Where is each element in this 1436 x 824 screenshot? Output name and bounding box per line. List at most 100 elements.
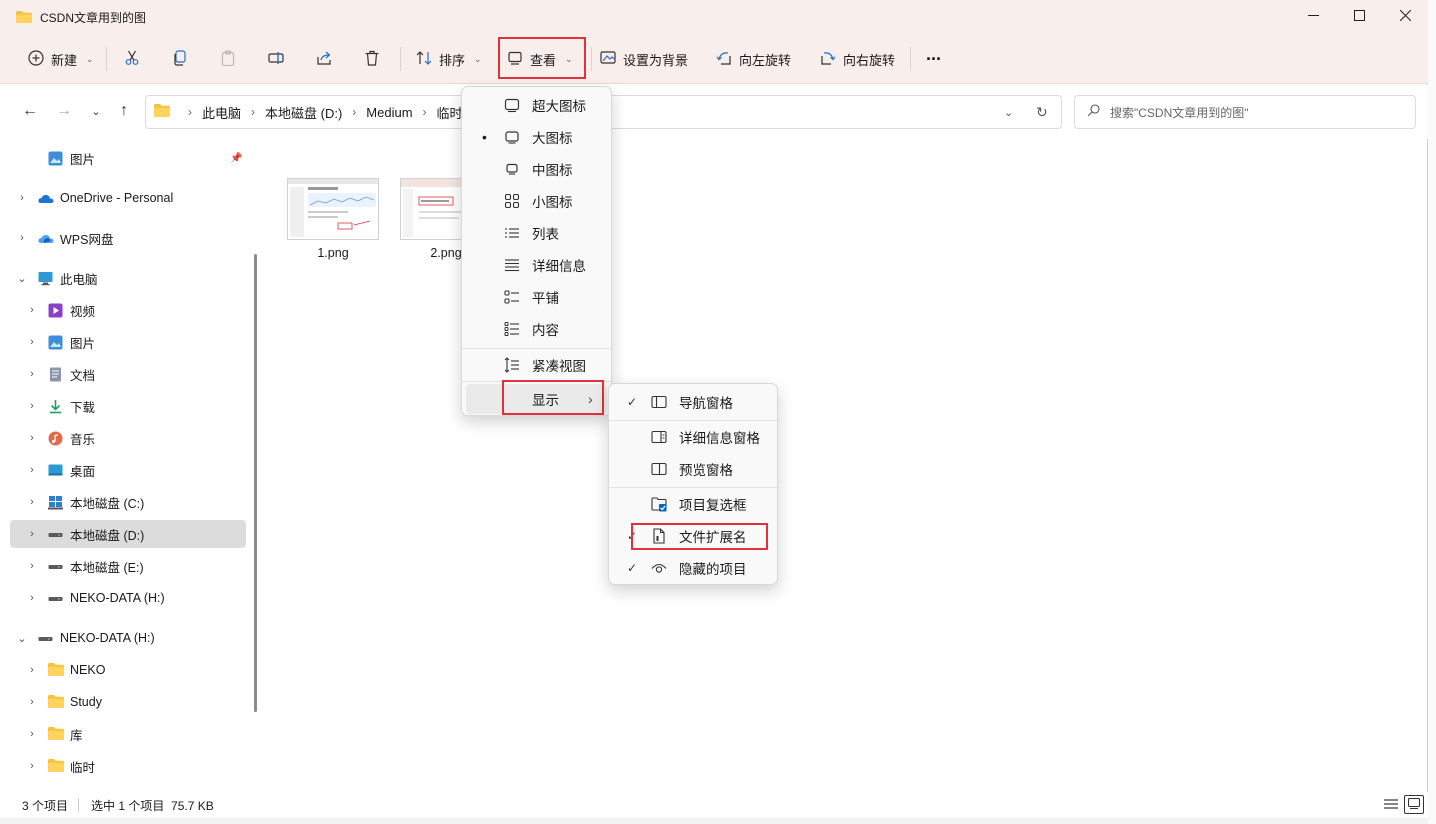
title-bar[interactable]: CSDN文章用到的图	[0, 0, 1428, 34]
menu-item-item-checkboxes[interactable]: 项目复选框	[613, 489, 773, 519]
menu-item-navigation-pane[interactable]: ✓ 导航窗格	[613, 387, 773, 417]
chevron-right-icon[interactable]: ›	[16, 192, 28, 204]
menu-item-large-icons[interactable]: • 大图标	[466, 122, 607, 152]
wps-cloud-icon	[38, 231, 54, 246]
file-explorer-window: CSDN文章用到的图 新建 ⌄ 排序 ⌄ 查看 ⌄ 设置为背景 向左旋转 向右旋…	[0, 0, 1428, 818]
chevron-right-icon[interactable]: ›	[26, 760, 38, 772]
chevron-right-icon[interactable]: ›	[26, 528, 38, 540]
forward-button[interactable]: →	[52, 99, 76, 123]
more-dots-icon: ···	[926, 48, 942, 69]
selection-info: 选中 1 个项目 75.7 KB	[91, 798, 214, 813]
recent-locations-button[interactable]: ⌄	[84, 99, 108, 123]
breadcrumb-item[interactable]: 本地磁盘 (D:) ›	[265, 103, 366, 122]
details-view-toggle[interactable]	[1384, 798, 1398, 813]
tiles-icon	[504, 289, 520, 305]
copy-button[interactable]	[172, 34, 188, 84]
chevron-right-icon[interactable]: ›	[26, 464, 38, 476]
sort-label: 排序	[439, 52, 466, 68]
refresh-icon[interactable]: ↻	[1036, 104, 1048, 121]
chevron-right-icon[interactable]: ›	[16, 232, 28, 244]
sidebar-scrollbar[interactable]	[254, 254, 257, 712]
navigation-pane: 图片 📌 › OneDrive - Personal › WPS网盘 ⌄ 此电脑…	[0, 140, 262, 792]
background-window-edge	[1428, 0, 1436, 824]
chevron-right-icon[interactable]: ›	[26, 664, 38, 676]
rename-button[interactable]	[268, 34, 284, 84]
new-button[interactable]: 新建 ⌄	[28, 34, 94, 84]
up-button[interactable]: ↑	[112, 99, 136, 123]
paste-button[interactable]	[220, 34, 236, 84]
sidebar-item-downloads[interactable]: › 下载	[10, 392, 246, 420]
sidebar-item-drive-d[interactable]: › 本地磁盘 (D:)	[10, 520, 246, 548]
music-icon	[48, 431, 63, 446]
sort-button[interactable]: 排序 ⌄	[416, 34, 482, 84]
search-input[interactable]: 搜索"CSDN文章用到的图"	[1074, 95, 1416, 129]
minimize-button[interactable]	[1290, 0, 1336, 32]
menu-item-details[interactable]: 详细信息	[466, 250, 607, 280]
sidebar-item-neko-data[interactable]: ⌄ NEKO-DATA (H:)	[10, 624, 246, 652]
chevron-right-icon[interactable]: ›	[26, 592, 38, 604]
minimize-icon	[1307, 8, 1319, 24]
chevron-down-icon[interactable]: ⌄	[16, 632, 28, 645]
more-options-button[interactable]: ···	[926, 34, 942, 84]
sidebar-item-pictures-pinned[interactable]: 图片 📌	[10, 144, 246, 172]
sidebar-item-study[interactable]: › Study	[10, 688, 246, 716]
view-menu: 超大图标 • 大图标 中图标 小图标 列表 详细信息 平铺 内容 紧凑视图 显示…	[461, 86, 612, 416]
rotate-right-button[interactable]: 向右旋转	[820, 34, 895, 84]
details-icon	[504, 257, 520, 273]
menu-item-details-pane[interactable]: 详细信息窗格	[613, 422, 773, 452]
sidebar-item-drive-e[interactable]: › 本地磁盘 (E:)	[10, 552, 246, 580]
drive-icon	[48, 559, 63, 574]
maximize-button[interactable]	[1336, 0, 1382, 32]
menu-item-content[interactable]: 内容	[466, 314, 607, 344]
set-as-background-button[interactable]: 设置为背景	[600, 34, 688, 84]
sidebar-item-music[interactable]: › 音乐	[10, 424, 246, 452]
menu-item-preview-pane[interactable]: 预览窗格	[613, 454, 773, 484]
breadcrumb-item[interactable]: Medium ›	[366, 105, 436, 120]
chevron-right-icon[interactable]: ›	[26, 304, 38, 316]
sidebar-item-this-pc[interactable]: ⌄ 此电脑	[10, 264, 246, 292]
sidebar-item-drive-c[interactable]: › 本地磁盘 (C:)	[10, 488, 246, 516]
rotate-left-label: 向左旋转	[739, 52, 792, 68]
file-item[interactable]: 1.png	[283, 178, 383, 260]
rotate-left-button[interactable]: 向左旋转	[716, 34, 791, 84]
view-button-highlight	[498, 37, 586, 79]
sidebar-item-documents[interactable]: › 文档	[10, 360, 246, 388]
chevron-right-icon[interactable]: ›	[26, 432, 38, 444]
address-dropdown-icon[interactable]: ⌄	[1004, 106, 1013, 119]
close-button[interactable]	[1382, 0, 1428, 32]
chevron-right-icon[interactable]: ›	[26, 496, 38, 508]
sidebar-item-onedrive[interactable]: › OneDrive - Personal	[10, 184, 246, 212]
chevron-right-icon[interactable]: ›	[26, 560, 38, 572]
sidebar-item-temp[interactable]: › 临时	[10, 752, 246, 780]
chevron-down-icon[interactable]: ⌄	[16, 272, 28, 285]
delete-button[interactable]	[364, 34, 380, 84]
menu-item-list[interactable]: 列表	[466, 218, 607, 248]
large-icons-view-toggle[interactable]	[1404, 795, 1424, 814]
new-label: 新建	[51, 52, 78, 68]
breadcrumb-item[interactable]: 此电脑 ›	[202, 103, 265, 122]
sidebar-item-pictures[interactable]: › 图片	[10, 328, 246, 356]
chevron-right-icon[interactable]: ›	[26, 696, 38, 708]
sidebar-item-videos[interactable]: › 视频	[10, 296, 246, 324]
sidebar-item-library[interactable]: › 库	[10, 720, 246, 748]
menu-item-small-icons[interactable]: 小图标	[466, 186, 607, 216]
sidebar-item-drive-h[interactable]: › NEKO-DATA (H:)	[10, 584, 246, 612]
menu-item-tiles[interactable]: 平铺	[466, 282, 607, 312]
pin-icon[interactable]: 📌	[230, 153, 242, 164]
chevron-right-icon[interactable]: ›	[26, 368, 38, 380]
folder-icon	[48, 758, 64, 774]
menu-item-extra-large-icons[interactable]: 超大图标	[466, 90, 607, 120]
menu-item-medium-icons[interactable]: 中图标	[466, 154, 607, 184]
small-icons-icon	[504, 193, 520, 209]
sidebar-item-desktop[interactable]: › 桌面	[10, 456, 246, 484]
menu-item-hidden-items[interactable]: ✓ 隐藏的项目	[613, 553, 773, 583]
chevron-right-icon[interactable]: ›	[26, 336, 38, 348]
back-button[interactable]: ←	[18, 99, 42, 123]
share-button[interactable]	[316, 34, 332, 84]
chevron-right-icon[interactable]: ›	[26, 400, 38, 412]
sidebar-item-neko[interactable]: › NEKO	[10, 656, 246, 684]
chevron-right-icon[interactable]: ›	[26, 728, 38, 740]
menu-item-compact-view[interactable]: 紧凑视图	[466, 350, 607, 380]
cut-button[interactable]	[124, 34, 140, 84]
sidebar-item-wps-cloud[interactable]: › WPS网盘	[10, 224, 246, 252]
